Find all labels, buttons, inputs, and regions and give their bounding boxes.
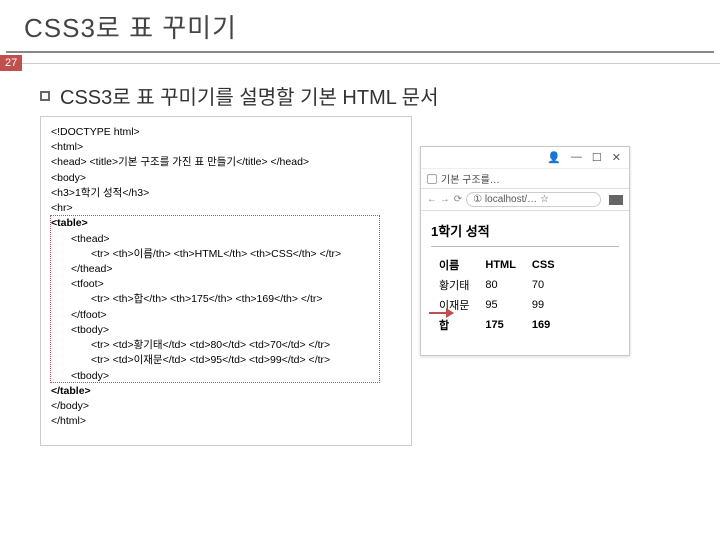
code-line: </thead> (51, 262, 401, 277)
code-line: <body> (51, 171, 401, 186)
browser-preview: 👤 — ☐ ✕ 기본 구조를… ← → ⟳ ① localhost/… ☆ 1학… (420, 146, 630, 356)
favicon-icon (427, 174, 437, 184)
th: CSS (524, 255, 563, 275)
th: 이름 (431, 255, 477, 275)
code-line: <table> (51, 216, 401, 231)
person-icon: 👤 (547, 151, 561, 164)
arrow-icon (429, 312, 453, 314)
subtitle-line: CSS3로 표 꾸미기를 설명할 기본 HTML 문서 (40, 81, 720, 110)
table-row: 이름 HTML CSS (431, 255, 563, 275)
code-line: <!DOCTYPE html> (51, 125, 401, 140)
code-line: <html> (51, 140, 401, 155)
browser-url-bar: ← → ⟳ ① localhost/… ☆ (421, 189, 629, 211)
hr (431, 246, 619, 247)
code-line: <hr> (51, 201, 401, 216)
page-heading: 1학기 성적 (431, 221, 619, 240)
pagenum-row: 27 (0, 59, 720, 71)
code-line: <tbody> (51, 323, 401, 338)
table-row: 합 175 169 (431, 315, 563, 335)
code-line: <thead> (51, 232, 401, 247)
content: CSS3로 표 꾸미기를 설명할 기본 HTML 문서 <!DOCTYPE ht… (40, 81, 720, 446)
slide: CSS3로 표 꾸미기 27 CSS3로 표 꾸미기를 설명할 기본 HTML … (0, 0, 720, 540)
table-row: 황기태 80 70 (431, 275, 563, 295)
browser-body: 1학기 성적 이름 HTML CSS 황기태 (421, 211, 629, 341)
code-line: </body> (51, 399, 401, 414)
reload-icon: ⟳ (454, 194, 462, 205)
code-line: <tr> <td>이재문</td> <td>95</td> <td>99</td… (51, 353, 401, 368)
code-line: <tfoot> (51, 277, 401, 292)
code-line: </table> (51, 384, 401, 399)
th: HTML (477, 255, 524, 275)
maximize-icon: ☐ (592, 151, 602, 164)
nav-arrows-icon: ← → (427, 194, 450, 205)
code-line: <tr> <td>황기태</td> <td>80</td> <td>70</td… (51, 338, 401, 353)
td: 99 (524, 295, 563, 315)
td: 70 (524, 275, 563, 295)
code-line: <tr> <th>이름/th> <th>HTML</th> <th>CSS</t… (51, 247, 401, 262)
code-line: <head> <title>기본 구조를 가진 표 만들기</title> </… (51, 155, 401, 170)
th: 175 (477, 315, 524, 335)
browser-window-controls: 👤 — ☐ ✕ (421, 147, 629, 169)
menu-icon (609, 195, 623, 205)
url-text: ① localhost/… ☆ (466, 192, 601, 207)
title-bar: CSS3로 표 꾸미기 (6, 0, 714, 53)
result-table: 이름 HTML CSS 황기태 80 70 (431, 255, 563, 335)
code-line: </tfoot> (51, 308, 401, 323)
tab-title: 기본 구조를… (441, 171, 500, 186)
divider (22, 63, 720, 64)
code-line: <tr> <th>합</th> <th>175</th> <th>169</th… (51, 292, 401, 307)
page-number: 27 (0, 55, 22, 71)
td: 95 (477, 295, 524, 315)
browser-tab: 기본 구조를… (421, 169, 629, 189)
td: 80 (477, 275, 524, 295)
code-line: </html> (51, 414, 401, 429)
close-icon: ✕ (612, 151, 621, 164)
th: 합 (431, 315, 477, 335)
code-line: <h3>1학기 성적</h3> (51, 186, 401, 201)
th: 169 (524, 315, 563, 335)
slide-title: CSS3로 표 꾸미기 (24, 8, 714, 45)
columns: <!DOCTYPE html> <html> <head> <title>기본 … (40, 116, 720, 446)
td: 황기태 (431, 275, 477, 295)
code-box: <!DOCTYPE html> <html> <head> <title>기본 … (40, 116, 412, 446)
code-line: <tbody> (51, 369, 401, 384)
subtitle: CSS3로 표 꾸미기를 설명할 기본 HTML 문서 (60, 81, 439, 110)
minimize-icon: — (571, 151, 582, 164)
bullet-icon (40, 91, 50, 101)
